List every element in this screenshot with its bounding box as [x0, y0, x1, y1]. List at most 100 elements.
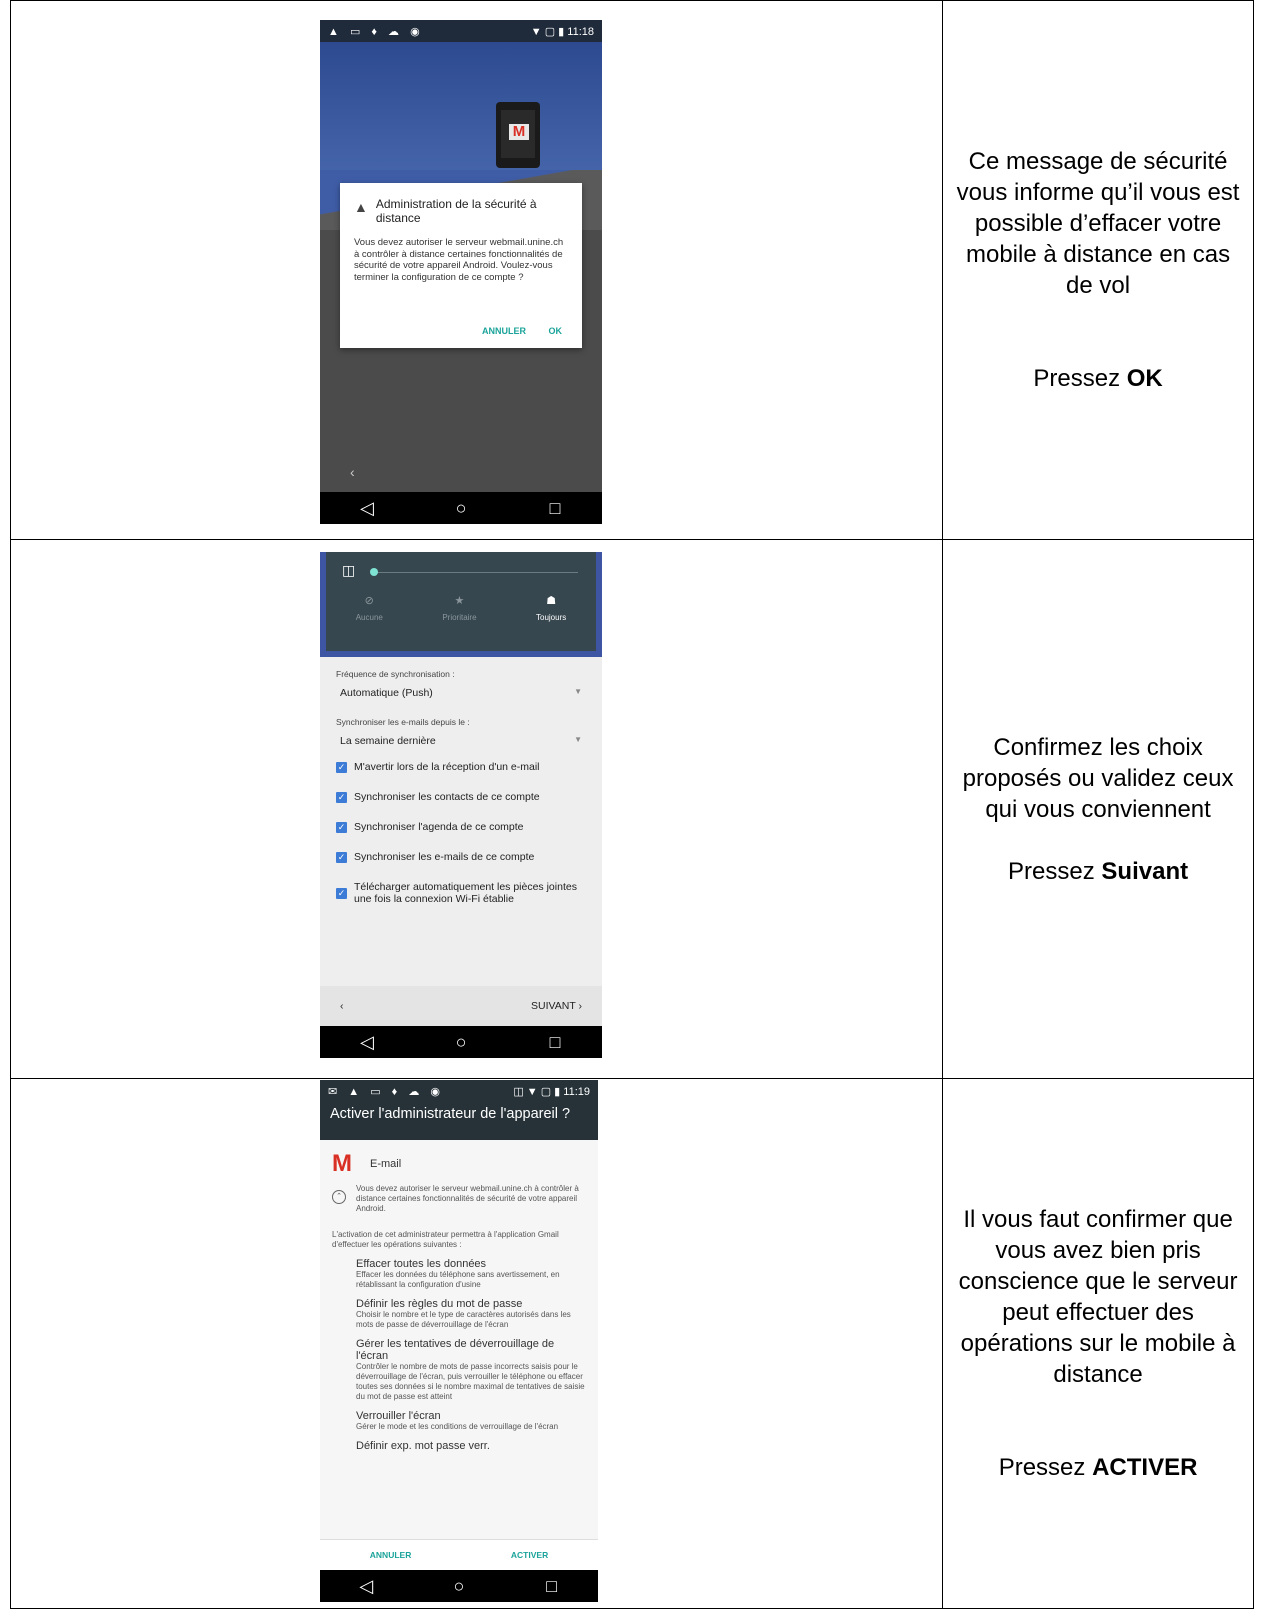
permission-title: Définir les règles du mot de passe	[356, 1298, 523, 1310]
press-instruction: Pressez ACTIVER	[953, 1452, 1243, 1483]
press-instruction: Pressez OK	[953, 363, 1243, 394]
status-bar: ▲ ▭ ♦ ☁ ◉ ▼ ▢ ▮ 11:18	[320, 20, 602, 42]
press-action: Suivant	[1101, 857, 1189, 885]
dropdown-icon: ▼	[574, 687, 582, 696]
permission-desc: Effacer les données du téléphone sans av…	[356, 1270, 560, 1289]
permission-title: Gérer les tentatives de déverrouillage d…	[356, 1338, 555, 1362]
vibrate-icon: ◫	[342, 562, 356, 578]
security-dialog: ▲ Administration de la sécurité à distan…	[340, 183, 582, 348]
phone-illustration-icon: M	[496, 102, 540, 168]
permission-item: Gérer les tentatives de déverrouillage d…	[356, 1338, 586, 1402]
description-text: Ce message de sécurité vous informe qu’i…	[956, 148, 1240, 299]
notification-icons: ✉ ▲ ▭ ♦ ☁ ◉	[328, 1085, 444, 1098]
checkbox-sync-contacts[interactable]: ✓ Synchroniser les contacts de ce compte	[336, 791, 586, 803]
permission-item: Définir exp. mot passe verr.	[356, 1440, 586, 1452]
recents-icon[interactable]: □	[522, 1576, 582, 1597]
recents-icon[interactable]: □	[525, 1032, 585, 1053]
home-icon[interactable]: ○	[429, 1576, 489, 1597]
intro-text: L'activation de cet administrateur perme…	[332, 1230, 559, 1249]
permission-title: Définir exp. mot passe verr.	[356, 1440, 490, 1452]
checkbox-sync-calendar[interactable]: ✓ Synchroniser l'agenda de ce compte	[336, 821, 586, 833]
wizard-footer: ‹ SUIVANT ›	[320, 986, 602, 1026]
permission-title: Effacer toutes les données	[356, 1258, 487, 1270]
navigation-bar: ◁ ○ □	[320, 1570, 598, 1602]
permission-desc: Choisir le nombre et le type de caractèr…	[356, 1310, 571, 1329]
checkbox-icon: ✓	[336, 887, 347, 899]
page-title: Activer l'administrateur de l'appareil ?	[320, 1102, 598, 1140]
description-cell: Confirmez les choix proposés ou validez …	[942, 539, 1254, 1079]
home-icon[interactable]: ○	[431, 498, 491, 519]
description-text: Il vous faut confirmer que vous avez bie…	[958, 1206, 1238, 1388]
press-instruction: Pressez Suivant	[953, 856, 1243, 887]
sync-since-select[interactable]: La semaine dernière ▼	[336, 735, 586, 747]
table-row: Ce message de sécurité vous informe qu’i…	[9, 0, 1254, 540]
dialog-body: Vous devez autoriser le serveur webmail.…	[354, 237, 564, 283]
back-chevron-icon[interactable]: ‹	[340, 1000, 344, 1012]
press-prefix: Pressez	[998, 1454, 1086, 1481]
checkbox-download-attachments[interactable]: ✓ Télécharger automatiquement les pièces …	[336, 881, 586, 905]
checkbox-icon: ✓	[336, 791, 347, 803]
status-clock: ▼ ▢ ▮ 11:18	[530, 25, 594, 38]
home-icon[interactable]: ○	[431, 1032, 491, 1053]
press-action: OK	[1126, 365, 1163, 392]
back-chevron-icon[interactable]: ‹	[350, 464, 355, 480]
mode-priority[interactable]: ★ Prioritaire	[442, 594, 476, 622]
table-row: Confirmez les choix proposés ou validez …	[9, 539, 1254, 1079]
navigation-bar: ◁ ○ □	[320, 1026, 602, 1058]
status-bar: ✉ ▲ ▭ ♦ ☁ ◉ ◫ ▼ ▢ ▮ 11:19	[320, 1080, 598, 1102]
mode-always[interactable]: ☗ Toujours	[536, 594, 566, 622]
checkbox-icon: ✓	[336, 821, 347, 833]
activate-button[interactable]: ACTIVER	[511, 1550, 548, 1560]
ok-button[interactable]: OK	[549, 326, 563, 336]
checkbox-icon: ✓	[336, 851, 347, 863]
cancel-button[interactable]: ANNULER	[482, 326, 526, 336]
sync-frequency-label: Fréquence de synchronisation :	[336, 669, 455, 679]
next-button[interactable]: SUIVANT ›	[531, 1000, 582, 1012]
phone-screenshot-device-admin: ✉ ▲ ▭ ♦ ☁ ◉ ◫ ▼ ▢ ▮ 11:19 Activer l'admi…	[320, 1080, 598, 1602]
volume-slider[interactable]	[372, 572, 578, 573]
permission-item: Effacer toutes les données Effacer les d…	[356, 1258, 586, 1290]
press-prefix: Pressez	[1033, 365, 1121, 392]
permission-item: Verrouiller l'écran Gérer le mode et les…	[356, 1410, 586, 1432]
mode-none[interactable]: ⊘ Aucune	[356, 594, 383, 622]
back-icon[interactable]: ◁	[337, 1032, 397, 1053]
checkbox-sync-emails[interactable]: ✓ Synchroniser les e-mails de ce compte	[336, 851, 586, 863]
permission-title: Verrouiller l'écran	[356, 1410, 441, 1422]
back-icon[interactable]: ◁	[337, 498, 397, 519]
warning-icon: ▲	[354, 199, 368, 215]
sync-form: Fréquence de synchronisation : Automatiq…	[320, 669, 602, 905]
permission-desc: Gérer le mode et les conditions de verro…	[356, 1422, 559, 1431]
star-icon: ★	[454, 595, 465, 607]
sync-since-label: Synchroniser les e-mails depuis le :	[336, 717, 470, 727]
dropdown-icon: ▼	[574, 735, 582, 744]
dialog-title: Administration de la sécurité à distance	[375, 197, 537, 225]
gmail-icon: M	[332, 1150, 352, 1177]
press-prefix: Pressez	[1008, 857, 1095, 885]
slider-knob[interactable]	[370, 568, 378, 576]
permission-desc: Contrôler le nombre de mots de passe inc…	[356, 1362, 585, 1401]
phone-screenshot-security-dialog: ▲ ▭ ♦ ☁ ◉ ▼ ▢ ▮ 11:18 M ▲ Administration…	[320, 20, 602, 524]
navigation-bar: ◁ ○ □	[320, 492, 602, 524]
back-icon[interactable]: ◁	[336, 1576, 396, 1597]
sync-frequency-select[interactable]: Automatique (Push) ▼	[336, 687, 586, 699]
expand-icon[interactable]: ⌃	[332, 1190, 346, 1204]
checkbox-notify[interactable]: ✓ M'avertir lors de la réception d'un e-m…	[336, 761, 586, 773]
admin-content: M E-mail ⌃ Vous devez autoriser le serve…	[320, 1152, 598, 1452]
block-icon: ⊘	[364, 595, 374, 607]
table-row: Il vous faut confirmer que vous avez bie…	[9, 1078, 1254, 1609]
status-clock: ◫ ▼ ▢ ▮ 11:19	[513, 1085, 590, 1098]
gmail-icon: M	[509, 124, 529, 140]
instruction-table: Ce message de sécurité vous informe qu’i…	[9, 0, 1254, 1609]
press-action: ACTIVER	[1092, 1454, 1198, 1481]
alarm-icon: ☗	[546, 595, 557, 607]
notification-icons: ▲ ▭ ♦ ☁ ◉	[328, 25, 424, 38]
permission-item: Définir les règles du mot de passe Chois…	[356, 1298, 586, 1330]
admin-footer: ANNULER ACTIVER	[320, 1539, 598, 1570]
info-text: Vous devez autoriser le serveur webmail.…	[356, 1184, 579, 1213]
recents-icon[interactable]: □	[525, 498, 585, 519]
checkbox-icon: ✓	[336, 761, 347, 773]
phone-screenshot-sync-options: ◫ ⊘ Aucune ★ Prioritaire ☗ Toujours Fréquen…	[320, 552, 602, 1058]
cancel-button[interactable]: ANNULER	[370, 1550, 412, 1560]
app-name: E-mail	[370, 1158, 402, 1170]
description-cell: Il vous faut confirmer que vous avez bie…	[942, 1078, 1254, 1609]
